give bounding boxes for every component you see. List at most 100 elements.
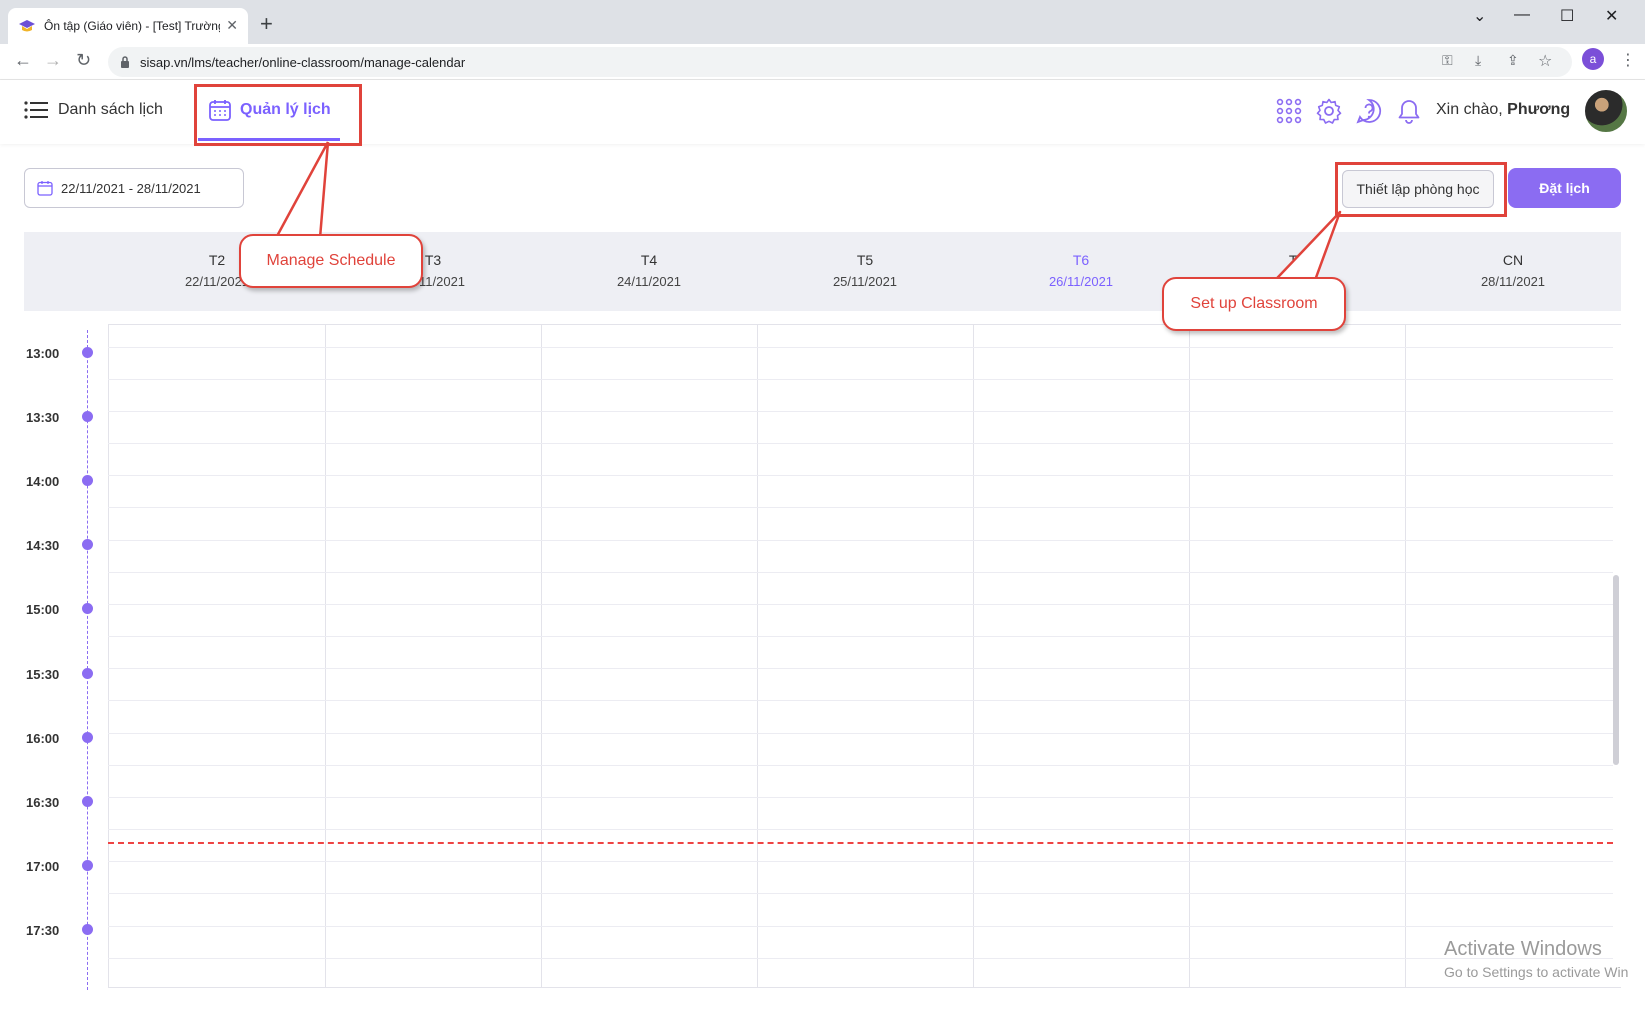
greeting-prefix: Xin chào, [1436, 101, 1503, 118]
day-date: 28/11/2021 [1480, 274, 1546, 289]
current-time-indicator [108, 842, 1613, 844]
browser-menu-icon[interactable]: ⋮ [1620, 50, 1636, 70]
nav-schedule-list[interactable]: Danh sách lịch [24, 100, 163, 120]
time-label: 14:00 [26, 474, 60, 489]
install-icon[interactable]: ⤓ [1475, 52, 1481, 69]
time-label: 17:00 [26, 859, 60, 874]
slot-line [108, 668, 1613, 669]
back-icon[interactable]: ← [14, 51, 32, 69]
apps-grid-icon[interactable] [1276, 98, 1302, 124]
time-label: 13:00 [26, 346, 60, 361]
time-dot [82, 603, 93, 614]
windows-activation-title: Activate Windows [1444, 938, 1602, 960]
browser-profile-avatar[interactable]: a [1582, 48, 1604, 70]
time-dot [82, 796, 93, 807]
slot-line [108, 507, 1613, 508]
slot-line [108, 893, 1613, 894]
new-tab-button[interactable]: + [260, 13, 273, 35]
slot-line [108, 765, 1613, 766]
slot-line [108, 700, 1613, 701]
tab-title: Ôn tập (Giáo viên) - [Test] Trường [44, 19, 220, 33]
close-tab-icon[interactable]: ✕ [226, 17, 238, 34]
time-label: 16:00 [26, 731, 60, 746]
key-icon[interactable]: ⚿ [1442, 52, 1453, 69]
notification-bell-icon[interactable] [1396, 98, 1422, 124]
day-header-t6-today[interactable]: T6 26/11/2021 [1021, 252, 1141, 289]
lock-icon [121, 56, 129, 68]
slot-line [108, 443, 1613, 444]
maximize-icon[interactable]: ☐ [1560, 6, 1574, 26]
time-label: 13:30 [26, 410, 60, 425]
user-avatar[interactable] [1583, 88, 1629, 134]
time-dot [82, 347, 93, 358]
time-dot [82, 539, 93, 550]
browser-tab[interactable]: Ôn tập (Giáo viên) - [Test] Trường ✕ [8, 8, 248, 44]
day-column-divider [1405, 324, 1406, 988]
day-name: CN [1502, 252, 1524, 268]
day-column-divider [757, 324, 758, 988]
bookmark-star-icon[interactable]: ☆ [1538, 51, 1552, 71]
slot-line [108, 604, 1613, 605]
slot-line [108, 347, 1613, 348]
calendar-grid[interactable] [108, 324, 1621, 988]
share-icon[interactable]: ⇪ [1507, 52, 1519, 69]
time-label: 16:30 [26, 795, 60, 810]
windows-activation-subtitle: Go to Settings to activate Win [1444, 964, 1629, 980]
slot-line [108, 797, 1613, 798]
day-column-divider [973, 324, 974, 988]
user-name: Phương [1507, 101, 1571, 118]
date-range-value: 22/11/2021 - 28/11/2021 [61, 180, 201, 196]
callout-manage-schedule: Manage Schedule [239, 234, 423, 288]
day-name: T6 [1072, 252, 1090, 268]
slot-line [108, 926, 1613, 927]
url-text: sisap.vn/lms/teacher/online-classroom/ma… [140, 54, 466, 70]
greeting-text: Xin chào, Phương [1436, 101, 1570, 119]
chevron-down-icon[interactable]: ⌄ [1473, 6, 1486, 26]
time-dot [82, 475, 93, 486]
highlight-manage-schedule [194, 84, 362, 146]
day-name: T5 [856, 252, 874, 268]
day-date: 26/11/2021 [1048, 274, 1114, 289]
forward-icon[interactable]: → [44, 51, 62, 69]
day-header-t4[interactable]: T4 24/11/2021 [589, 252, 709, 289]
graduation-cap-icon [19, 20, 35, 32]
day-column-divider [1189, 324, 1190, 988]
address-bar[interactable]: sisap.vn/lms/teacher/online-classroom/ma… [108, 47, 1572, 77]
list-icon [24, 101, 48, 119]
slot-line [108, 958, 1613, 959]
day-column-divider [325, 324, 326, 988]
slot-line [108, 572, 1613, 573]
help-icon[interactable] [1356, 98, 1382, 124]
time-dot [82, 860, 93, 871]
slot-line [108, 829, 1613, 830]
time-label: 15:30 [26, 667, 60, 682]
date-range-picker[interactable]: 22/11/2021 - 28/11/2021 [24, 168, 244, 208]
slot-line [108, 379, 1613, 380]
day-header-cn[interactable]: CN 28/11/2021 [1453, 252, 1573, 289]
close-window-icon[interactable]: ✕ [1605, 6, 1618, 26]
day-date: 24/11/2021 [616, 274, 682, 289]
nav-schedule-list-label: Danh sách lịch [58, 101, 163, 118]
time-axis [87, 330, 88, 990]
minimize-icon[interactable]: — [1514, 6, 1530, 24]
time-dot [82, 668, 93, 679]
book-schedule-button[interactable]: Đặt lịch [1508, 168, 1621, 208]
time-dot [82, 732, 93, 743]
slot-line [108, 861, 1613, 862]
day-name: T4 [640, 252, 658, 268]
highlight-setup-classroom [1335, 162, 1507, 217]
settings-gear-icon[interactable] [1316, 98, 1342, 124]
time-dot [82, 411, 93, 422]
calendar-scrollbar[interactable] [1613, 575, 1619, 765]
day-column-divider [541, 324, 542, 988]
time-label: 14:30 [26, 538, 60, 553]
slot-line [108, 733, 1613, 734]
time-label: 15:00 [26, 602, 60, 617]
calendar-small-icon [37, 181, 53, 196]
day-header-t5[interactable]: T5 25/11/2021 [805, 252, 925, 289]
browser-titlebar: Ôn tập (Giáo viên) - [Test] Trường ✕ + ⌄… [0, 0, 1645, 44]
slot-line [108, 411, 1613, 412]
time-label: 17:30 [26, 923, 60, 938]
reload-icon[interactable]: ↻ [76, 51, 91, 69]
slot-line [108, 540, 1613, 541]
